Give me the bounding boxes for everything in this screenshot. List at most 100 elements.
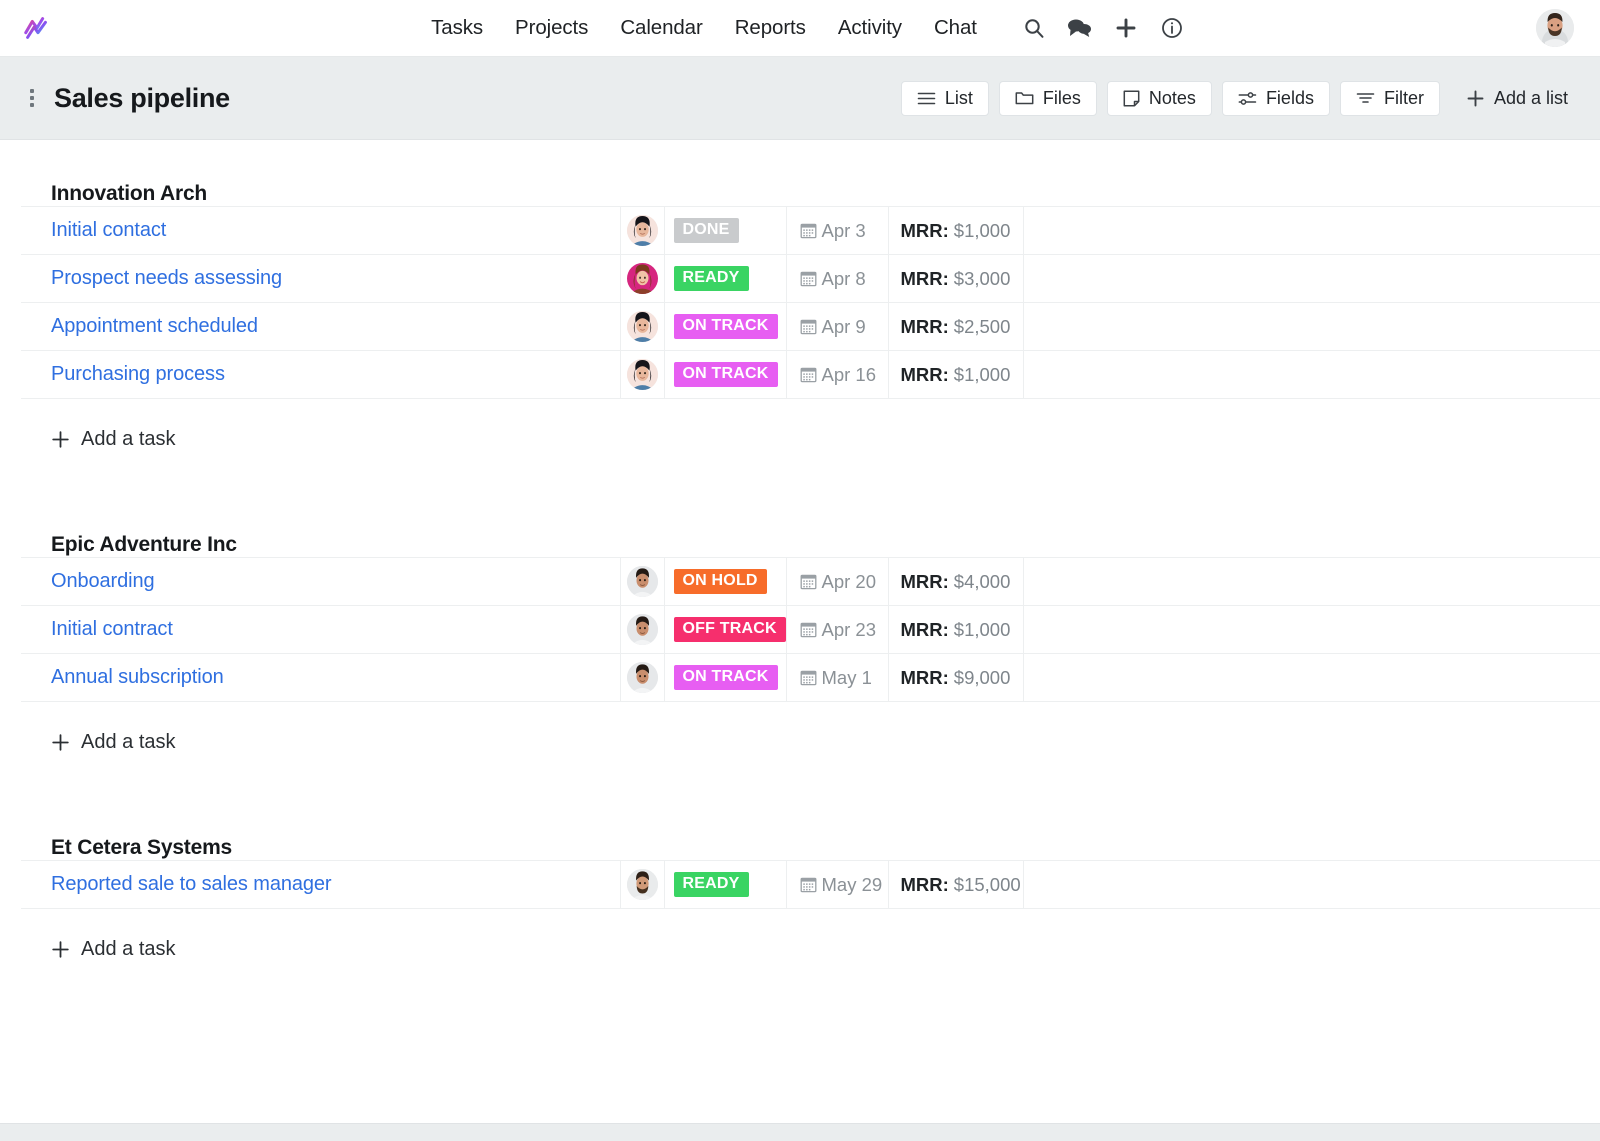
top-navigation-bar: Tasks Projects Calendar Reports Activity…	[0, 0, 1600, 57]
nav-link-activity[interactable]: Activity	[822, 16, 918, 40]
avatar-woman-dark-hair[interactable]	[626, 359, 658, 390]
task-name-cell: Prospect needs assessing	[0, 254, 620, 303]
avatar-woman-dark-hair[interactable]	[626, 215, 658, 246]
task-name-cell: Initial contract	[0, 605, 620, 654]
mrr-label: MRR:	[900, 666, 949, 688]
notes-button[interactable]: Notes	[1106, 80, 1212, 116]
due-date-cell: Apr 23	[785, 605, 888, 654]
status-badge[interactable]: READY	[673, 266, 749, 291]
empty-cell[interactable]	[1022, 605, 1600, 654]
list-view-button[interactable]: List	[900, 80, 989, 116]
nav-links-group: Tasks Projects Calendar Reports Activity…	[0, 15, 1600, 41]
empty-cell[interactable]	[1022, 557, 1600, 606]
kebab-menu-icon[interactable]	[22, 85, 42, 111]
due-date-cell: Apr 3	[785, 206, 888, 255]
task-name-link[interactable]: Reported sale to sales manager	[0, 873, 620, 896]
app-logo[interactable]	[0, 13, 70, 43]
empty-cell[interactable]	[1022, 206, 1600, 255]
section-title: Et Cetera Systems	[51, 836, 233, 859]
assignee-cell	[619, 206, 664, 255]
status-cell: ON TRACK	[663, 653, 786, 702]
nav-link-tasks[interactable]: Tasks	[415, 16, 499, 40]
calendar-icon	[800, 271, 816, 287]
nav-link-chat[interactable]: Chat	[918, 16, 993, 40]
table-row[interactable]: Onboarding ON HOLD Apr 20 MRR: $4,000	[0, 557, 1600, 606]
mrr-value: $2,500	[953, 315, 1011, 337]
fields-button[interactable]: Fields	[1221, 80, 1330, 116]
info-circle-icon[interactable]	[1159, 15, 1185, 41]
due-date-cell: May 29	[785, 860, 888, 909]
toolbar-actions-group: List Files Notes Fields Filter Add a lis…	[900, 80, 1584, 116]
status-badge[interactable]: ON TRACK	[673, 314, 778, 339]
add-a-task-button[interactable]: Add a task	[0, 731, 1600, 754]
mrr-label: MRR:	[900, 618, 949, 640]
status-badge[interactable]: ON TRACK	[673, 665, 778, 690]
avatar-man-short-hair[interactable]	[626, 662, 658, 693]
assignee-cell	[619, 302, 664, 351]
status-badge[interactable]: READY	[673, 872, 749, 897]
files-button[interactable]: Files	[998, 80, 1097, 116]
section-title: Innovation Arch	[51, 182, 208, 205]
pipeline-section: Innovation Arch Initial contact DONE Apr 3 M…	[0, 140, 1600, 451]
nav-link-calendar[interactable]: Calendar	[604, 16, 718, 40]
status-badge[interactable]: DONE	[673, 218, 739, 243]
avatar-man-short-hair[interactable]	[626, 614, 658, 645]
task-table: Reported sale to sales manager READY May 2…	[0, 860, 1600, 909]
due-date-cell: May 1	[785, 653, 888, 702]
nav-icons-group	[1021, 15, 1185, 41]
filter-button[interactable]: Filter	[1339, 80, 1440, 116]
due-date-text: Apr 3	[821, 219, 866, 241]
task-name-link[interactable]: Onboarding	[0, 570, 620, 593]
add-a-task-label: Add a task	[81, 731, 176, 753]
table-row[interactable]: Initial contract OFF TRACK Apr 23 MRR: $1,00…	[0, 605, 1600, 654]
avatar-woman-dark-hair[interactable]	[626, 311, 658, 342]
add-a-task-button[interactable]: Add a task	[0, 428, 1600, 451]
status-cell: ON TRACK	[663, 350, 786, 399]
table-row[interactable]: Purchasing process ON TRACK Apr 16 MRR: $1,0…	[0, 350, 1600, 399]
filter-icon	[1356, 93, 1375, 103]
table-row[interactable]: Appointment scheduled ON TRACK Apr 9 MRR: $2…	[0, 302, 1600, 351]
empty-cell[interactable]	[1022, 350, 1600, 399]
empty-cell[interactable]	[1022, 302, 1600, 351]
status-cell: ON HOLD	[663, 557, 786, 606]
mrr-value: $15,000	[953, 873, 1021, 895]
status-badge[interactable]: ON TRACK	[673, 362, 778, 387]
add-a-task-button[interactable]: Add a task	[0, 938, 1600, 961]
empty-cell[interactable]	[1022, 254, 1600, 303]
task-name-link[interactable]: Purchasing process	[0, 363, 620, 386]
table-row[interactable]: Prospect needs assessing READY Apr 8 MRR: $3…	[0, 254, 1600, 303]
empty-cell[interactable]	[1022, 860, 1600, 909]
plus-icon[interactable]	[1113, 15, 1139, 41]
user-avatar[interactable]	[1536, 9, 1574, 47]
empty-cell[interactable]	[1022, 653, 1600, 702]
status-badge[interactable]: ON HOLD	[673, 569, 767, 594]
mrr-cell: MRR: $2,500	[887, 302, 1023, 351]
mrr-label: MRR:	[900, 219, 949, 241]
table-row[interactable]: Initial contact DONE Apr 3 MRR: $1,000	[0, 206, 1600, 255]
task-name-link[interactable]: Appointment scheduled	[0, 315, 620, 338]
status-badge[interactable]: OFF TRACK	[673, 617, 786, 642]
table-row[interactable]: Annual subscription ON TRACK May 1 MRR: $9,0…	[0, 653, 1600, 702]
chat-bubbles-icon[interactable]	[1067, 15, 1093, 41]
status-cell: READY	[663, 860, 786, 909]
mrr-value: $9,000	[953, 666, 1011, 688]
avatar-man-beard[interactable]	[626, 869, 658, 900]
nav-link-projects[interactable]: Projects	[499, 16, 604, 40]
due-date-text: Apr 20	[821, 570, 877, 592]
mrr-value: $4,000	[953, 570, 1011, 592]
avatar-man-short-hair[interactable]	[626, 566, 658, 597]
add-a-list-button[interactable]: Add a list	[1450, 81, 1584, 116]
note-icon	[1123, 90, 1140, 106]
nav-link-reports[interactable]: Reports	[719, 16, 822, 40]
avatar-woman-pink-bg[interactable]	[626, 263, 658, 294]
task-name-link[interactable]: Initial contact	[0, 219, 620, 242]
mrr-label: MRR:	[900, 267, 949, 289]
search-icon[interactable]	[1021, 15, 1047, 41]
task-name-link[interactable]: Prospect needs assessing	[0, 267, 620, 290]
mrr-label: MRR:	[900, 570, 949, 592]
mrr-cell: MRR: $3,000	[887, 254, 1023, 303]
table-row[interactable]: Reported sale to sales manager READY May 2…	[0, 860, 1600, 909]
task-name-link[interactable]: Initial contract	[0, 618, 620, 641]
task-name-link[interactable]: Annual subscription	[0, 666, 620, 689]
due-date-text: Apr 23	[821, 618, 877, 640]
